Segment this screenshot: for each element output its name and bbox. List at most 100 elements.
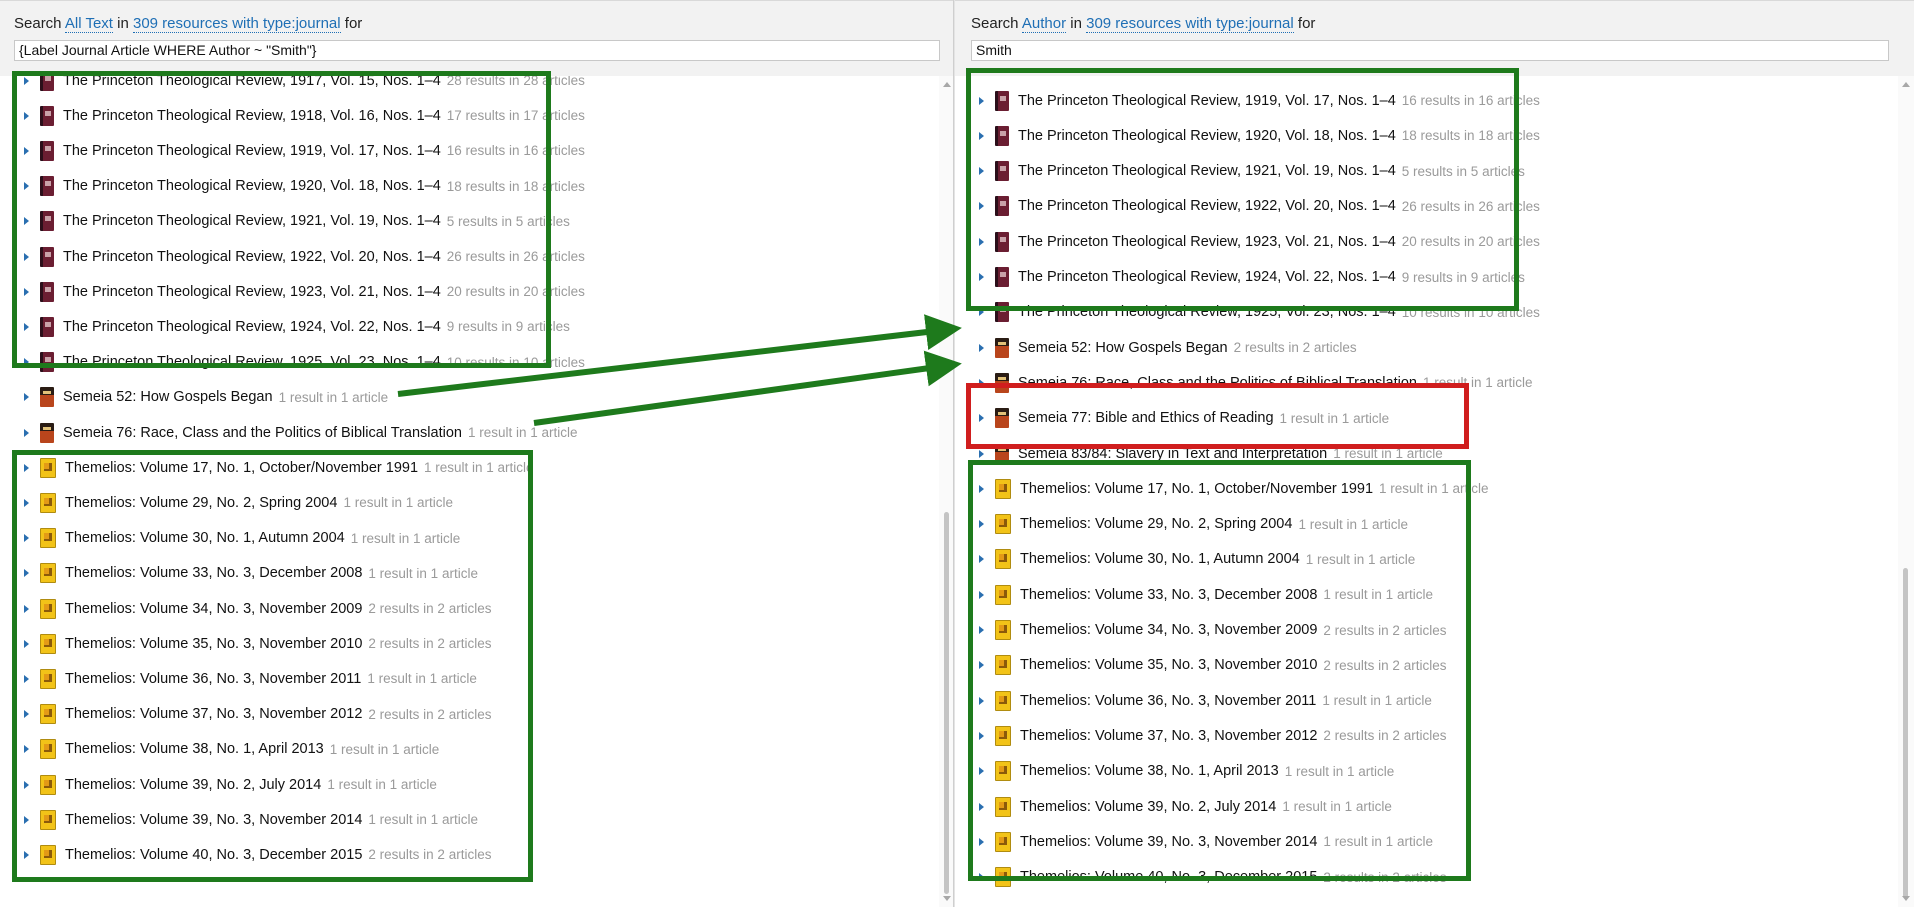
result-title[interactable]: Themelios: Volume 17, No. 1, October/Nov…	[1020, 481, 1373, 497]
result-title[interactable]: The Princeton Theological Review, 1917, …	[63, 76, 441, 89]
result-row[interactable]: The Princeton Theological Review, 1922, …	[955, 189, 1540, 224]
expand-arrow-icon[interactable]	[24, 111, 29, 120]
result-title[interactable]: Themelios: Volume 33, No. 3, December 20…	[65, 565, 362, 581]
expand-arrow-icon[interactable]	[979, 131, 984, 140]
result-title[interactable]: The Princeton Theological Review, 1919, …	[1018, 93, 1396, 109]
scroll-up-icon[interactable]	[943, 82, 951, 87]
right-scroll-thumb[interactable]	[1903, 568, 1908, 898]
expand-arrow-icon[interactable]	[979, 661, 984, 670]
result-title[interactable]: Semeia 52: How Gospels Began	[1018, 340, 1228, 356]
result-row[interactable]: Semeia 83/84: Slavery in Text and Interp…	[955, 436, 1443, 471]
expand-arrow-icon[interactable]	[24, 358, 29, 367]
result-title[interactable]: The Princeton Theological Review, 1925, …	[63, 354, 441, 370]
right-resources-dropdown[interactable]: 309 resources with type:journal	[1086, 15, 1294, 33]
result-row[interactable]: The Princeton Theological Review, 1921, …	[955, 154, 1525, 189]
expand-arrow-icon[interactable]	[24, 287, 29, 296]
right-search-field-dropdown[interactable]: Author	[1021, 15, 1067, 33]
result-row[interactable]: The Princeton Theological Review, 1923, …	[955, 224, 1540, 259]
result-row[interactable]: Themelios: Volume 39, No. 2, July 2014 1 …	[955, 789, 1392, 824]
result-title[interactable]: Semeia 76: Race, Class and the Politics …	[1018, 375, 1417, 391]
left-query-input[interactable]: {Label Journal Article WHERE Author ~ "S…	[14, 40, 940, 61]
expand-arrow-icon[interactable]	[979, 590, 984, 599]
result-title[interactable]: Themelios: Volume 29, No. 2, Spring 2004	[1020, 516, 1292, 532]
result-row[interactable]: The Princeton Theological Review, 1917, …	[0, 76, 585, 98]
expand-arrow-icon[interactable]	[24, 534, 29, 543]
result-title[interactable]: The Princeton Theological Review, 1920, …	[63, 178, 441, 194]
result-title[interactable]: Themelios: Volume 40, No. 3, December 20…	[1020, 869, 1317, 885]
result-title[interactable]: Semeia 83/84: Slavery in Text and Interp…	[1018, 446, 1327, 462]
scroll-down-icon[interactable]	[1902, 896, 1910, 901]
result-title[interactable]: Themelios: Volume 29, No. 2, Spring 2004	[65, 495, 337, 511]
result-row[interactable]: Themelios: Volume 35, No. 3, November 20…	[955, 648, 1446, 683]
result-title[interactable]: The Princeton Theological Review, 1922, …	[1018, 198, 1396, 214]
expand-arrow-icon[interactable]	[24, 463, 29, 472]
expand-arrow-icon[interactable]	[24, 604, 29, 613]
expand-arrow-icon[interactable]	[24, 428, 29, 437]
result-row[interactable]: Semeia 76: Race, Class and the Politics …	[0, 415, 578, 450]
result-title[interactable]: Themelios: Volume 39, No. 3, November 20…	[65, 812, 362, 828]
result-row[interactable]: Semeia 76: Race, Class and the Politics …	[955, 365, 1533, 400]
expand-arrow-icon[interactable]	[24, 322, 29, 331]
result-row[interactable]: Themelios: Volume 37, No. 3, November 20…	[0, 697, 491, 732]
result-title[interactable]: Themelios: Volume 34, No. 3, November 20…	[65, 601, 362, 617]
expand-arrow-icon[interactable]	[979, 520, 984, 529]
result-title[interactable]: The Princeton Theological Review, 1919, …	[63, 143, 441, 159]
result-row[interactable]: The Princeton Theological Review, 1921, …	[0, 204, 570, 239]
expand-arrow-icon[interactable]	[979, 167, 984, 176]
result-title[interactable]: The Princeton Theological Review, 1921, …	[1018, 163, 1396, 179]
result-title[interactable]: Themelios: Volume 38, No. 1, April 2013	[1020, 763, 1279, 779]
result-title[interactable]: Themelios: Volume 17, No. 1, October/Nov…	[65, 460, 418, 476]
result-title[interactable]: Themelios: Volume 37, No. 3, November 20…	[65, 706, 362, 722]
result-row[interactable]: Themelios: Volume 30, No. 1, Autumn 2004…	[955, 542, 1415, 577]
result-title[interactable]: The Princeton Theological Review, 1921, …	[63, 213, 441, 229]
expand-arrow-icon[interactable]	[979, 308, 984, 317]
expand-arrow-icon[interactable]	[24, 569, 29, 578]
expand-arrow-icon[interactable]	[24, 393, 29, 402]
expand-arrow-icon[interactable]	[979, 696, 984, 705]
result-row[interactable]: Themelios: Volume 33, No. 3, December 20…	[955, 577, 1433, 612]
result-title[interactable]: The Princeton Theological Review, 1920, …	[1018, 128, 1396, 144]
expand-arrow-icon[interactable]	[24, 182, 29, 191]
result-title[interactable]: Semeia 52: How Gospels Began	[63, 389, 273, 405]
expand-arrow-icon[interactable]	[979, 626, 984, 634]
result-title[interactable]: Themelios: Volume 34, No. 3, November 20…	[1020, 622, 1317, 638]
right-query-input[interactable]: Smith	[971, 40, 1889, 61]
result-row[interactable]: Themelios: Volume 39, No. 3, November 20…	[955, 824, 1433, 859]
expand-arrow-icon[interactable]	[979, 343, 984, 352]
result-title[interactable]: Semeia 77: Bible and Ethics of Reading	[1018, 410, 1274, 426]
result-title[interactable]: The Princeton Theological Review, 1923, …	[1018, 234, 1396, 250]
result-row[interactable]: The Princeton Theological Review, 1918, …	[0, 98, 585, 133]
result-title[interactable]: Themelios: Volume 36, No. 3, November 20…	[1020, 693, 1316, 709]
result-title[interactable]: Themelios: Volume 39, No. 2, July 2014	[65, 777, 321, 793]
result-title[interactable]: Themelios: Volume 39, No. 2, July 2014	[1020, 799, 1276, 815]
expand-arrow-icon[interactable]	[979, 449, 984, 458]
expand-arrow-icon[interactable]	[24, 850, 29, 859]
expand-arrow-icon[interactable]	[979, 237, 984, 246]
result-title[interactable]: The Princeton Theological Review, 1922, …	[63, 249, 441, 265]
expand-arrow-icon[interactable]	[24, 217, 29, 226]
result-row[interactable]: The Princeton Theological Review, 1919, …	[0, 133, 585, 168]
result-title[interactable]: The Princeton Theological Review, 1925, …	[1018, 304, 1396, 320]
result-title[interactable]: Semeia 76: Race, Class and the Politics …	[63, 425, 462, 441]
result-row[interactable]: The Princeton Theological Review, 1920, …	[955, 118, 1540, 153]
result-row[interactable]: Themelios: Volume 34, No. 3, November 20…	[0, 591, 491, 626]
expand-arrow-icon[interactable]	[24, 745, 29, 754]
expand-arrow-icon[interactable]	[979, 837, 984, 846]
result-row[interactable]: The Princeton Theological Review, 1925, …	[955, 295, 1540, 330]
result-row[interactable]: Semeia 77: Bible and Ethics of Reading 1 …	[955, 401, 1389, 436]
result-title[interactable]: The Princeton Theological Review, 1918, …	[63, 108, 441, 124]
result-row[interactable]: Themelios: Volume 38, No. 1, April 2013 1…	[0, 732, 439, 767]
expand-arrow-icon[interactable]	[24, 146, 29, 155]
expand-arrow-icon[interactable]	[979, 873, 984, 882]
expand-arrow-icon[interactable]	[24, 674, 29, 683]
left-resources-dropdown[interactable]: 309 resources with type:journal	[132, 15, 341, 33]
expand-arrow-icon[interactable]	[979, 414, 984, 423]
result-row[interactable]: The Princeton Theological Review, 1925, …	[0, 345, 585, 380]
expand-arrow-icon[interactable]	[979, 273, 984, 281]
result-row[interactable]: Themelios: Volume 34, No. 3, November 20…	[955, 613, 1446, 648]
expand-arrow-icon[interactable]	[24, 780, 29, 789]
result-title[interactable]: Themelios: Volume 35, No. 3, November 20…	[65, 636, 362, 652]
expand-arrow-icon[interactable]	[979, 378, 984, 387]
result-row[interactable]: The Princeton Theological Review, 1924, …	[0, 309, 570, 344]
result-title[interactable]: The Princeton Theological Review, 1924, …	[1018, 269, 1396, 285]
